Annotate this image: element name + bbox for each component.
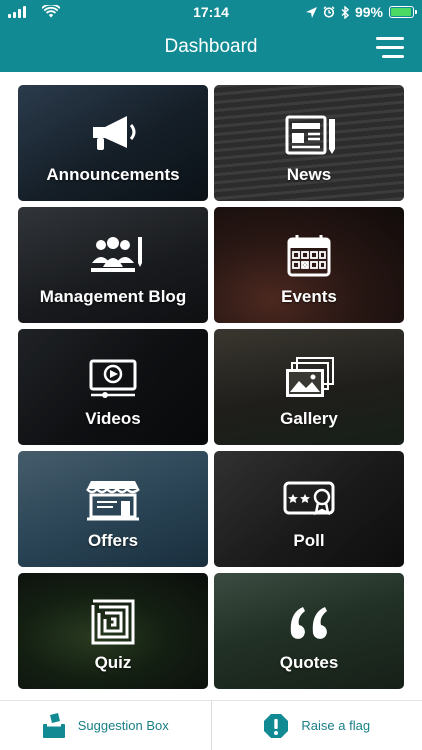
tile-events[interactable]: Events (214, 207, 404, 323)
tile-management-blog[interactable]: Management Blog (18, 207, 208, 323)
maze-icon (91, 599, 135, 645)
tile-label: Gallery (280, 409, 338, 428)
battery-icon (389, 6, 417, 18)
tile-announcements[interactable]: Announcements (18, 85, 208, 201)
raise-flag-button[interactable]: Raise a flag (212, 701, 422, 750)
status-bar: 17:14 99% (0, 0, 422, 24)
tile-poll[interactable]: Poll (214, 451, 404, 567)
menu-line (376, 46, 404, 49)
quote-icon (290, 607, 327, 639)
location-arrow-icon (305, 6, 317, 18)
tile-label: Management Blog (39, 287, 187, 306)
raise-flag-label: Raise a flag (301, 718, 371, 733)
team-icon (91, 237, 142, 272)
suggestion-box-label: Suggestion Box (77, 718, 169, 733)
tile-label: Events (281, 287, 337, 306)
newspaper-icon (285, 115, 335, 155)
alert-octagon-icon (264, 713, 289, 738)
tile-label: Quiz (94, 653, 132, 672)
bottom-bar: Suggestion Box Raise a flag (0, 700, 422, 750)
tile-label: News (286, 165, 332, 184)
video-icon (89, 359, 137, 398)
suggestion-box-icon (42, 712, 65, 738)
images-icon (286, 357, 334, 397)
tile-label: Offers (87, 531, 139, 550)
hamburger-menu-button[interactable] (376, 37, 404, 59)
tile-offers[interactable]: Offers (18, 451, 208, 567)
alarm-icon (323, 6, 335, 18)
tile-label: Announcements (46, 165, 180, 184)
calendar-icon (287, 235, 331, 277)
page-title: Dashboard (164, 36, 258, 57)
tile-quotes[interactable]: Quotes (214, 573, 404, 689)
tile-quiz[interactable]: Quiz (18, 573, 208, 689)
tile-label: Poll (293, 531, 325, 550)
storefront-icon (86, 481, 140, 521)
dashboard-grid: Announcements News Management Blog Event… (18, 85, 404, 689)
menu-line (376, 37, 404, 40)
tile-label: Quotes (279, 653, 339, 672)
megaphone-icon (93, 116, 136, 150)
battery-percent: 99% (354, 4, 383, 20)
tile-videos[interactable]: Videos (18, 329, 208, 445)
tile-gallery[interactable]: Gallery (214, 329, 404, 445)
tile-label: Videos (85, 409, 141, 428)
status-right: 99% (305, 4, 417, 20)
menu-line (382, 55, 404, 58)
tile-news[interactable]: News (214, 85, 404, 201)
app-header: 17:14 99% Dashboard (0, 0, 422, 72)
battery-fill (391, 8, 411, 16)
bluetooth-icon (341, 5, 349, 19)
suggestion-box-button[interactable]: Suggestion Box (0, 701, 211, 750)
ballot-icon (283, 481, 335, 516)
